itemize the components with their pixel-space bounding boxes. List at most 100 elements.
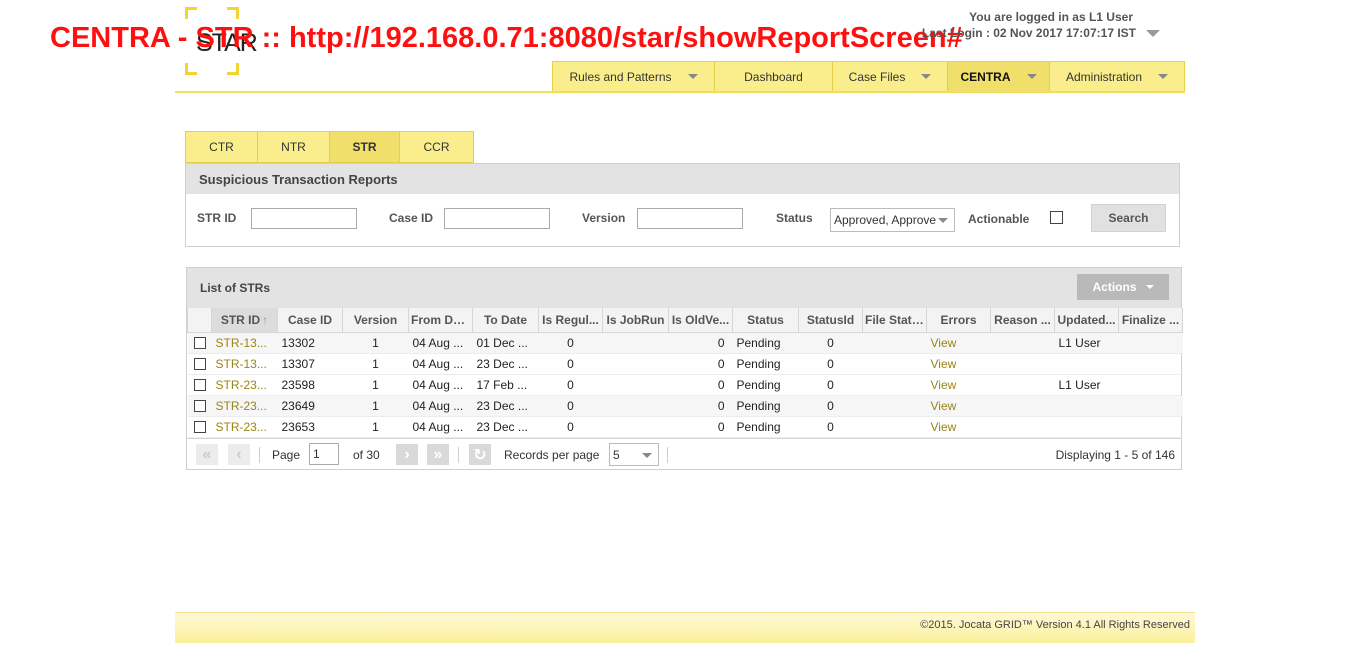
col-from-date[interactable]: From Date [408, 308, 473, 333]
to-date-cell: 23 Dec ... [472, 353, 539, 375]
displaying-count: Displaying 1 - 5 of 146 [1055, 448, 1175, 462]
tab-ccr[interactable]: CCR [400, 132, 473, 162]
status-cell: Pending [732, 416, 799, 438]
row-checkbox[interactable] [193, 379, 206, 392]
status-label: Status [776, 211, 813, 225]
user-menu-caret-icon[interactable] [1146, 29, 1160, 37]
case-id-input[interactable] [444, 208, 550, 229]
tab-ntr[interactable]: NTR [258, 132, 330, 162]
col-errors[interactable]: Errors [926, 308, 991, 333]
col-is-oldve[interactable]: Is OldVe... [668, 308, 733, 333]
row-checkbox[interactable] [193, 421, 206, 434]
is-regul-cell: 0 [538, 374, 603, 396]
version-label: Version [582, 211, 626, 225]
row-checkbox[interactable] [193, 337, 206, 350]
table-row[interactable]: STR-23... 23598 1 04 Aug ... 17 Feb ... … [187, 374, 1183, 396]
is-regul-cell: 0 [538, 395, 603, 417]
errors-view-link[interactable]: View [926, 353, 991, 375]
col-status[interactable]: Status [732, 308, 799, 333]
table-row[interactable]: STR-13... 13302 1 04 Aug ... 01 Dec ... … [187, 332, 1183, 354]
sort-ascending-icon: ↑ [262, 312, 269, 327]
is-oldve-cell: 0 [668, 395, 733, 417]
next-page-icon[interactable]: › [396, 444, 418, 465]
status-id-cell: 0 [798, 332, 863, 354]
login-info: You are logged in as L1 User Last Login … [900, 10, 1160, 40]
status-id-cell: 0 [798, 416, 863, 438]
table-row[interactable]: STR-23... 23649 1 04 Aug ... 23 Dec ... … [187, 395, 1183, 417]
version-cell: 1 [342, 353, 409, 375]
is-oldve-cell: 0 [668, 353, 733, 375]
nav-administration[interactable]: Administration [1050, 62, 1184, 91]
str-id-link[interactable]: STR-13... [211, 353, 278, 375]
logo-corner [185, 7, 197, 19]
str-id-link[interactable]: STR-13... [211, 332, 278, 354]
is-jobrun-cell [602, 374, 669, 396]
col-status-id[interactable]: StatusId [798, 308, 863, 333]
page-number-input[interactable]: 1 [309, 443, 339, 465]
search-button[interactable]: Search [1091, 204, 1166, 232]
str-id-link[interactable]: STR-23... [211, 416, 278, 438]
str-id-link[interactable]: STR-23... [211, 395, 278, 417]
col-is-regul[interactable]: Is Regul... [538, 308, 603, 333]
col-to-date[interactable]: To Date [472, 308, 539, 333]
col-updated[interactable]: Updated... [1054, 308, 1119, 333]
col-version[interactable]: Version [342, 308, 409, 333]
logo-corner [185, 63, 197, 75]
row-select-cell [187, 416, 212, 438]
errors-view-link[interactable]: View [926, 374, 991, 396]
nav-label: Rules and Patterns [569, 69, 672, 84]
prev-page-icon[interactable]: ‹ [228, 444, 250, 465]
table-header-row: STR ID ↑ Case ID Version From Date To Dat… [187, 308, 1183, 333]
finalize-cell [1118, 374, 1183, 396]
nav-centra[interactable]: CENTRA [948, 62, 1050, 91]
col-reason[interactable]: Reason ... [990, 308, 1055, 333]
nav-dashboard[interactable]: Dashboard [715, 62, 833, 91]
footer: ©2015. Jocata GRID™ Version 4.1 All Righ… [175, 612, 1195, 643]
row-select-cell [187, 353, 212, 375]
col-is-jobrun[interactable]: Is JobRun [602, 308, 669, 333]
col-finalize[interactable]: Finalize ... [1118, 308, 1183, 333]
records-per-page-select[interactable]: 5 [609, 443, 659, 466]
last-login-text: Last Login : 02 Nov 2017 17:07:17 IST [921, 26, 1136, 40]
version-input[interactable] [637, 208, 743, 229]
status-cell: Pending [732, 395, 799, 417]
file-status-cell [862, 332, 927, 354]
status-select[interactable]: Approved, Approve [830, 208, 955, 232]
nav-case-files[interactable]: Case Files [833, 62, 948, 91]
errors-view-link[interactable]: View [926, 332, 991, 354]
refresh-icon[interactable]: ↻ [469, 444, 491, 465]
version-cell: 1 [342, 416, 409, 438]
finalize-cell [1118, 332, 1183, 354]
tab-str[interactable]: STR [330, 132, 400, 162]
file-status-cell [862, 374, 927, 396]
col-str-id[interactable]: STR ID ↑ [211, 308, 278, 333]
str-id-input[interactable] [251, 208, 357, 229]
nav-rules-and-patterns[interactable]: Rules and Patterns [553, 62, 715, 91]
records-per-page-label: Records per page [504, 448, 600, 462]
table-row[interactable]: STR-23... 23653 1 04 Aug ... 23 Dec ... … [187, 416, 1183, 438]
finalize-cell [1118, 395, 1183, 417]
is-oldve-cell: 0 [668, 416, 733, 438]
last-page-icon[interactable]: » [427, 444, 449, 465]
case-id-cell: 23649 [277, 395, 343, 417]
reason-cell [990, 374, 1055, 396]
errors-view-link[interactable]: View [926, 395, 991, 417]
last-login-row[interactable]: Last Login : 02 Nov 2017 17:07:17 IST [900, 26, 1160, 40]
reason-cell [990, 332, 1055, 354]
row-checkbox[interactable] [193, 400, 206, 413]
col-case-id[interactable]: Case ID [277, 308, 343, 333]
col-file-status[interactable]: File Status [862, 308, 927, 333]
row-select-cell [187, 374, 212, 396]
tab-ctr[interactable]: CTR [186, 132, 258, 162]
actionable-checkbox[interactable] [1050, 211, 1063, 224]
str-id-link[interactable]: STR-23... [211, 374, 278, 396]
errors-view-link[interactable]: View [926, 416, 991, 438]
file-status-cell [862, 353, 927, 375]
row-checkbox[interactable] [193, 358, 206, 371]
table-row[interactable]: STR-13... 13307 1 04 Aug ... 23 Dec ... … [187, 353, 1183, 375]
to-date-cell: 23 Dec ... [472, 395, 539, 417]
file-status-cell [862, 395, 927, 417]
actions-button[interactable]: Actions [1077, 274, 1169, 300]
search-panel-title: Suspicious Transaction Reports [186, 164, 1179, 194]
first-page-icon[interactable]: « [196, 444, 218, 465]
